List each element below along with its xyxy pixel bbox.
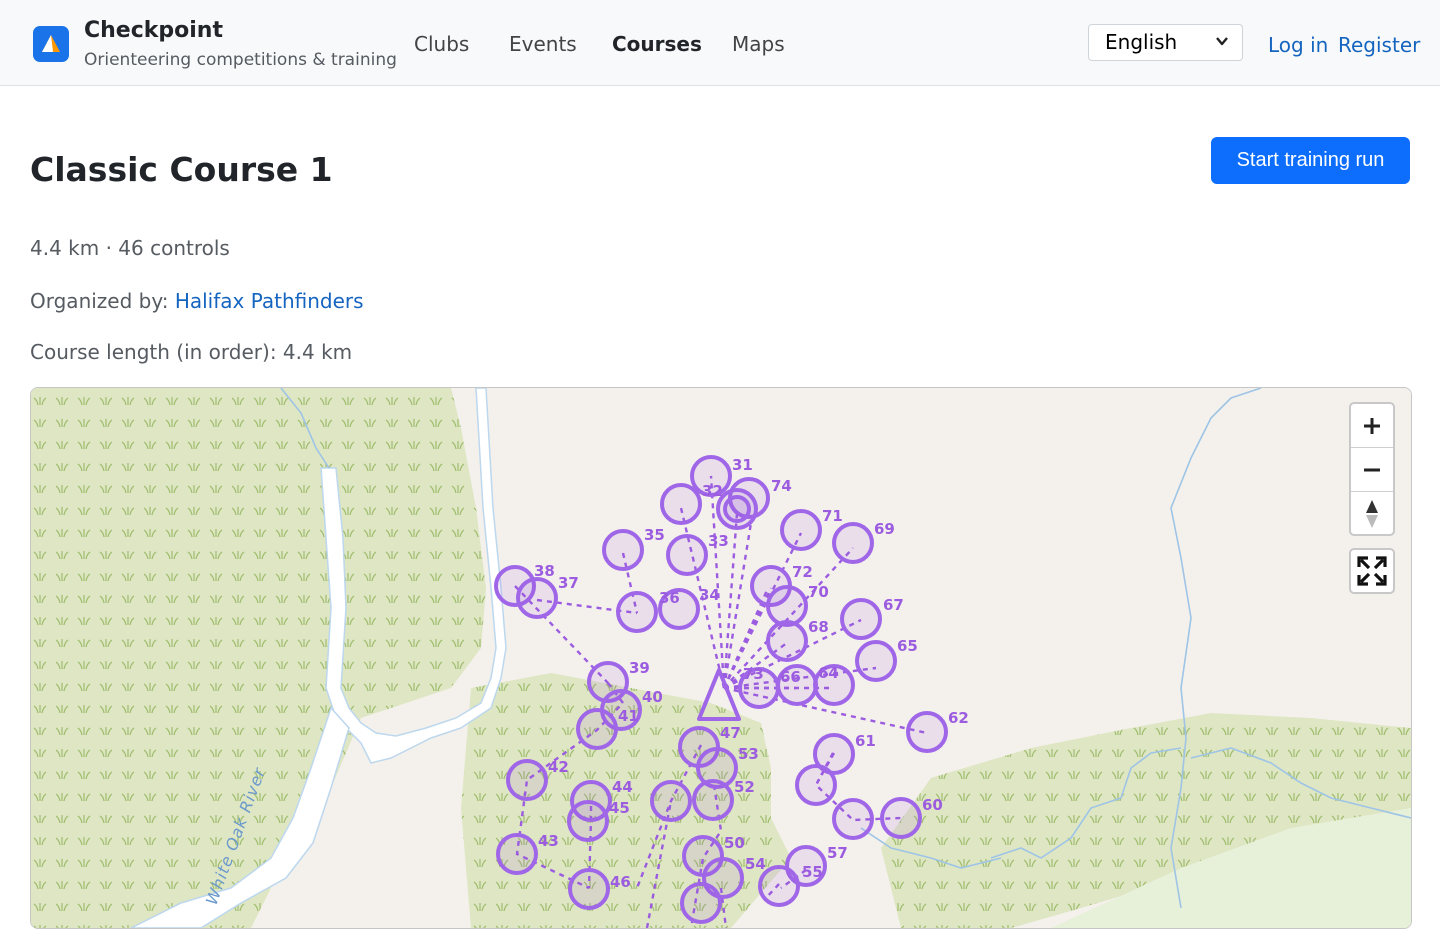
page-title: Classic Course 1 [30,150,333,189]
label-43: 43 [538,832,559,850]
zoom-controls [1349,402,1395,536]
control-32[interactable] [660,483,702,525]
label-33: 33 [708,532,729,550]
label-53: 53 [738,745,759,763]
reset-north-button[interactable] [1351,492,1393,535]
label-60: 60 [922,796,943,814]
zoom-in-button[interactable] [1351,404,1393,447]
control-41[interactable] [576,708,618,750]
label-65: 65 [897,637,918,655]
checkpoint-logo-icon[interactable] [33,26,69,62]
nav-clubs[interactable]: Clubs [414,32,469,56]
label-54: 54 [745,855,766,873]
label-72: 72 [792,563,813,581]
label-74: 74 [771,477,792,495]
label-57: 57 [827,844,848,862]
label-40: 40 [642,688,663,706]
label-52: 52 [734,778,755,796]
course-stats: 4.4 km · 46 controls [30,236,230,260]
control-43[interactable] [496,833,538,875]
control-36[interactable] [616,591,658,633]
control-42[interactable] [506,759,548,801]
control-68[interactable] [766,620,808,662]
label-45: 45 [609,799,630,817]
label-47: 47 [720,724,741,742]
label-31: 31 [732,456,753,474]
control-35[interactable] [602,529,644,571]
label-64: 64 [818,664,839,682]
zoom-out-button[interactable] [1351,448,1393,491]
control-69[interactable] [832,522,874,564]
label-35: 35 [644,526,665,544]
label-67: 67 [883,596,904,614]
label-71: 71 [822,507,843,525]
register-link[interactable]: Register [1338,33,1420,57]
language-select[interactable]: English [1088,24,1243,61]
compass-icon [1366,499,1378,528]
organizer-line: Organized by: Halifax Pathfinders [30,289,364,313]
control-finish-inner[interactable] [723,495,751,523]
label-55: 55 [802,863,823,881]
control-37[interactable] [516,577,558,619]
label-36: 36 [659,589,680,607]
control-46[interactable] [568,868,610,910]
label-37: 37 [558,574,579,592]
control-49[interactable] [680,882,722,924]
label-70: 70 [808,583,829,601]
minus-icon [1364,468,1380,471]
label-50: 50 [724,834,745,852]
organizer-link[interactable]: Halifax Pathfinders [175,289,364,313]
brand-tagline: Orienteering competitions & training [84,50,397,70]
nav-events[interactable]: Events [509,32,577,56]
plus-icon [1364,417,1380,434]
label-32: 32 [702,482,723,500]
nav-maps[interactable]: Maps [732,32,785,56]
control-67[interactable] [840,598,882,640]
fullscreen-icon [1357,556,1387,586]
label-42: 42 [548,758,569,776]
control-59[interactable] [795,764,837,806]
start-training-run-button[interactable]: Start training run [1211,137,1410,184]
login-link[interactable]: Log in [1268,33,1328,57]
brand-name[interactable]: Checkpoint [84,18,223,43]
label-34: 34 [699,586,720,604]
label-68: 68 [808,618,829,636]
label-69: 69 [874,520,895,538]
label-44: 44 [612,778,633,796]
label-41: 41 [618,707,639,725]
control-48[interactable] [650,780,692,822]
control-52[interactable] [692,779,734,821]
course-length: Course length (in order): 4.4 km [30,340,353,364]
control-33[interactable] [666,534,708,576]
control-58[interactable] [832,798,874,840]
organizer-label: Organized by: [30,289,175,313]
nav-courses[interactable]: Courses [612,32,702,56]
course-map[interactable]: White Oak River 31 32 33 34 35 36 37 38 … [30,387,1412,929]
control-45[interactable] [567,800,609,842]
control-71[interactable] [780,509,822,551]
control-65[interactable] [855,640,897,682]
label-38: 38 [534,562,555,580]
language-selected: English [1105,30,1178,54]
label-62: 62 [948,709,969,727]
label-61: 61 [855,732,876,750]
label-46: 46 [610,873,631,891]
top-navbar: Checkpoint Orienteering competitions & t… [0,0,1440,86]
label-73: 73 [743,665,764,683]
control-62[interactable] [906,711,948,753]
chevron-down-icon [1216,37,1228,46]
label-66: 66 [780,668,801,686]
label-39: 39 [629,659,650,677]
fullscreen-button[interactable] [1349,548,1395,594]
control-60[interactable] [880,797,922,839]
control-70[interactable] [766,585,808,627]
map-canvas[interactable]: White Oak River 31 32 33 34 35 36 37 38 … [31,388,1411,928]
